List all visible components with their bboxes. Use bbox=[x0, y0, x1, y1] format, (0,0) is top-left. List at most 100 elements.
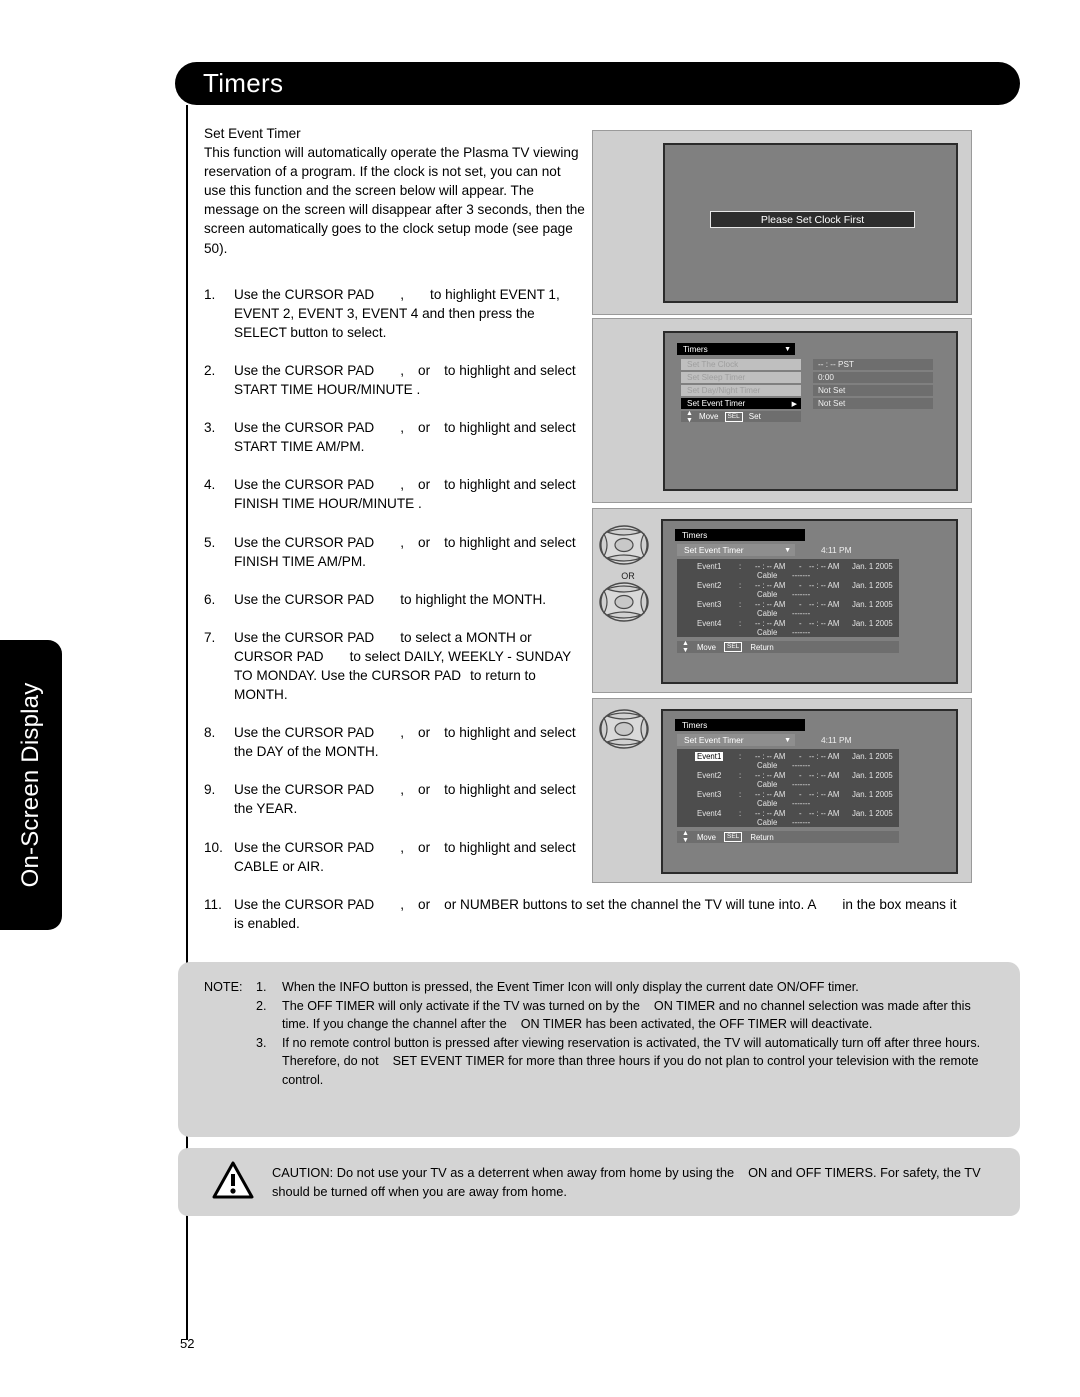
osd-menu-item-set-the-clock[interactable]: Set The Clock bbox=[681, 359, 801, 370]
event-source: Cable bbox=[757, 571, 778, 580]
note-spacer bbox=[204, 997, 256, 1034]
cursor-pad-illustration-group: OR bbox=[599, 525, 657, 627]
osd-submenu-title: Set Event Timer ▼ bbox=[677, 734, 795, 746]
step-text-b: , bbox=[400, 286, 405, 302]
list-item: 2. Use the CURSOR PAD, or to highlight and… bbox=[204, 361, 586, 399]
step-text-b: , bbox=[400, 725, 405, 741]
caution-text: CAUTION: Do not use your TV as a deterre… bbox=[272, 1163, 1020, 1201]
osd-menu-title: Timers bbox=[675, 529, 805, 541]
event-dash: - bbox=[799, 600, 802, 609]
osd-footer-move-label: Move bbox=[696, 832, 717, 842]
osd-value-sleep-timer: 0:00 bbox=[813, 372, 933, 383]
event-dash: - bbox=[799, 562, 802, 571]
list-item: 6. Use the CURSOR PAD to highlight the MO… bbox=[204, 590, 586, 609]
osd-menu-item-set-event-timer[interactable]: Set Event Timer ▶ bbox=[681, 398, 801, 409]
event-dash: - bbox=[799, 619, 802, 628]
event-end-time: -- : -- AM bbox=[809, 752, 840, 761]
step-text-a: Use the CURSOR PAD bbox=[234, 286, 375, 302]
sel-key-icon: SEL bbox=[724, 832, 743, 842]
table-row[interactable]: Event3 : -- : -- AM - -- : -- AM Jan. 1 … bbox=[677, 600, 899, 619]
event-end-time: -- : -- AM bbox=[809, 809, 840, 818]
event-source-value: ------- bbox=[792, 571, 811, 580]
screenshot-panel-event-list: OR Timers Set Event Timer ▼ 4:11 PM Even… bbox=[592, 508, 972, 693]
event-date: Jan. 1 2005 bbox=[852, 619, 893, 628]
step-text-c: or bbox=[418, 420, 431, 436]
event-name: Event3 bbox=[697, 790, 722, 799]
step-number: 2. bbox=[204, 362, 216, 378]
step-text-b: , bbox=[400, 896, 405, 912]
step-text-a: Use the CURSOR PAD bbox=[234, 896, 375, 912]
step-number: 6. bbox=[204, 591, 216, 607]
event-date: Jan. 1 2005 bbox=[852, 600, 893, 609]
list-item: 3. Use the CURSOR PAD, or to highlight and… bbox=[204, 418, 586, 456]
step-text-a: Use the CURSOR PAD bbox=[234, 477, 375, 493]
section-tab-on-screen-display: On-Screen Display bbox=[0, 640, 62, 930]
step-number: 8. bbox=[204, 725, 216, 741]
note-number: 3. bbox=[256, 1035, 267, 1050]
osd-submenu-title: Set Event Timer ▼ bbox=[677, 544, 795, 556]
table-row[interactable]: Event4 : -- : -- AM - -- : -- AM Jan. 1 … bbox=[677, 809, 899, 828]
table-row[interactable]: Event2 : -- : -- AM - -- : -- AM Jan. 1 … bbox=[677, 771, 899, 790]
table-row[interactable]: Event4 : -- : -- AM - -- : -- AM Jan. 1 … bbox=[677, 619, 899, 638]
event-start-time: -- : -- AM bbox=[755, 809, 786, 818]
event-start-time: -- : -- AM bbox=[755, 600, 786, 609]
table-row[interactable]: Event1 : -- : -- AM - -- : -- AM Jan. 1 … bbox=[677, 562, 899, 581]
step-text: Use the CURSOR PAD, or to highlight and se… bbox=[234, 838, 586, 876]
event-colon: : bbox=[739, 790, 742, 799]
screenshot-panel-event-list-selected: Timers Set Event Timer ▼ 4:11 PM Event1 … bbox=[592, 698, 972, 883]
step-text-a: Use the CURSOR PAD bbox=[234, 839, 375, 855]
list-item: 2. The OFF TIMER will only activate if t… bbox=[204, 997, 994, 1034]
note-box: NOTE: 1. When the INFO button is pressed… bbox=[178, 962, 1020, 1137]
step-text: Use the CURSOR PAD, or to highlight and se… bbox=[234, 418, 586, 456]
event-source-value: ------- bbox=[792, 628, 811, 637]
screenshot-panel-clock-warning: Please Set Clock First bbox=[592, 130, 972, 315]
event-date: Jan. 1 2005 bbox=[852, 790, 893, 799]
note-text: When the INFO button is pressed, the Eve… bbox=[282, 980, 859, 994]
warning-triangle-icon bbox=[212, 1161, 254, 1204]
event-start-time: -- : -- AM bbox=[755, 562, 786, 571]
event-end-time: -- : -- AM bbox=[809, 600, 840, 609]
event-source: Cable bbox=[757, 609, 778, 618]
sel-key-icon: SEL bbox=[724, 642, 743, 652]
step-number: 3. bbox=[204, 420, 216, 436]
osd-menu-title: Timers ▼ bbox=[677, 343, 795, 355]
screenshot-panel-timers-menu: Timers ▼ Set The Clock Set Sleep Timer S… bbox=[592, 318, 972, 503]
table-row[interactable]: Event2 : -- : -- AM - -- : -- AM Jan. 1 … bbox=[677, 581, 899, 600]
table-row[interactable]: Event1 : -- : -- AM - -- : -- AM Jan. 1 … bbox=[677, 752, 899, 771]
event-source: Cable bbox=[757, 590, 778, 599]
event-name: Event1 bbox=[697, 562, 722, 571]
osd-value-list: -- : -- PST 0:00 Not Set Not Set bbox=[813, 359, 933, 411]
intro-heading: Set Event Timer bbox=[204, 126, 301, 141]
step-text-d: or NUMBER buttons to set the channel the… bbox=[444, 896, 817, 912]
osd-menu-list: Set The Clock Set Sleep Timer Set Day/Ni… bbox=[681, 359, 801, 411]
event-date: Jan. 1 2005 bbox=[852, 562, 893, 571]
event-dash: - bbox=[799, 581, 802, 590]
osd-menu-item-set-day-night-timer[interactable]: Set Day/Night Timer bbox=[681, 385, 801, 396]
step-text: Use the CURSOR PAD, to highlight EVENT 1,… bbox=[234, 285, 586, 342]
step-text-a: Use the CURSOR PAD bbox=[234, 725, 375, 741]
osd-menu-item-set-sleep-timer[interactable]: Set Sleep Timer bbox=[681, 372, 801, 383]
step-text-c: or bbox=[418, 725, 431, 741]
step-text-a: Use the CURSOR PAD bbox=[234, 534, 375, 550]
table-row[interactable]: Event3 : -- : -- AM - -- : -- AM Jan. 1 … bbox=[677, 790, 899, 809]
event-start-time: -- : -- AM bbox=[755, 581, 786, 590]
step-list: 1. Use the CURSOR PAD, to highlight EVENT… bbox=[204, 285, 957, 933]
up-down-arrow-icon: ▲ ▼ bbox=[682, 640, 689, 654]
event-date: Jan. 1 2005 bbox=[852, 752, 893, 761]
note-text-a: The OFF TIMER will only activate if the … bbox=[282, 998, 640, 1013]
osd-submenu-label: Set Event Timer bbox=[684, 735, 744, 745]
event-start-time: -- : -- AM bbox=[755, 619, 786, 628]
event-source-value: ------- bbox=[792, 818, 811, 827]
event-colon: : bbox=[739, 600, 742, 609]
osd-menu-item-label: Set The Clock bbox=[687, 360, 739, 369]
event-name: Event2 bbox=[697, 581, 722, 590]
step-text-b: , bbox=[400, 839, 405, 855]
osd-footer-action-label: Set bbox=[748, 412, 761, 421]
step-text-c: or bbox=[418, 782, 431, 798]
event-colon: : bbox=[739, 581, 742, 590]
up-down-arrow-icon: ▲ ▼ bbox=[686, 409, 693, 424]
event-source: Cable bbox=[757, 799, 778, 808]
osd-menu-title-label: Timers bbox=[683, 344, 708, 354]
step-text-c: or bbox=[418, 839, 431, 855]
osd-footer-action-label: Return bbox=[750, 832, 774, 842]
